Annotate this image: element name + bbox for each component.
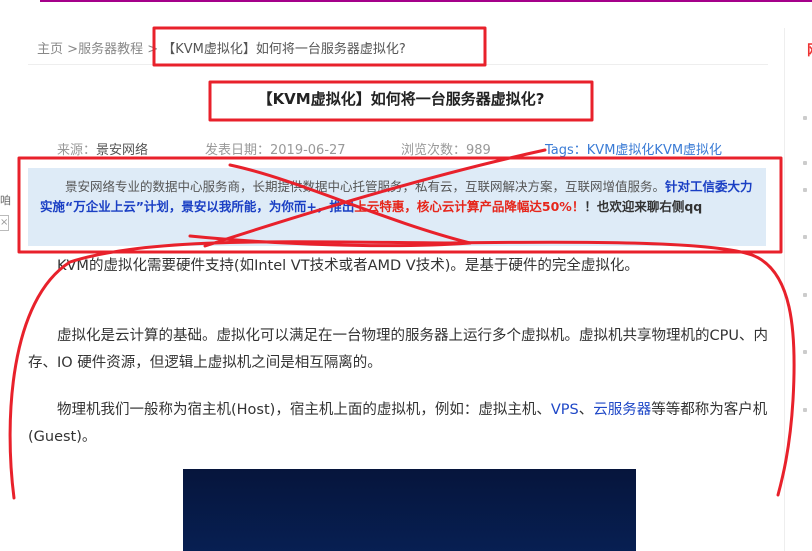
top-accent-line	[40, 0, 812, 2]
cloud-server-link[interactable]: 云服务器	[593, 402, 651, 418]
vps-link[interactable]: VPS	[551, 402, 579, 418]
close-icon[interactable]: ×	[0, 215, 9, 231]
sidebar-bullet	[803, 408, 807, 412]
article-paragraph: 虚拟化是云计算的基础。虚拟化可以满足在一台物理的服务器上运行多个虚拟机。虚拟机共…	[28, 328, 768, 371]
left-widget-text: 咱	[0, 194, 11, 207]
breadcrumb-category-link[interactable]: 服务器教程	[78, 42, 143, 57]
sidebar-bullet	[803, 188, 807, 192]
meta-tags-label: Tags：	[545, 143, 587, 158]
meta-date-label: 发表日期：	[205, 143, 271, 158]
left-floating-widget: 咱 ×	[0, 180, 11, 250]
meta-tags: Tags：KVM虚拟化KVM虚拟化	[545, 139, 722, 158]
promo-notice: 景安网络专业的数据中心服务商，长期提供数据中心托管服务，私有云，互联网解决方案，…	[28, 168, 766, 246]
notice-contact: ！也欢迎来聊右侧qq	[584, 199, 703, 214]
notice-promo: 上云特惠，核心云计算产品降幅达50%！	[354, 199, 585, 214]
breadcrumb-separator: >	[67, 42, 79, 57]
meta-views-value: 989	[466, 143, 491, 158]
meta-views: 浏览次数：989	[401, 139, 491, 158]
paragraph-text: 、	[578, 402, 594, 418]
paragraph-text: 物理机我们一般称为宿主机(Host)，宿主机上面的虚拟机，例如：虚拟主机、	[57, 402, 551, 418]
right-sidebar: 网	[784, 28, 812, 551]
tag-link[interactable]: KVM虚拟化KVM虚拟化	[587, 143, 722, 158]
meta-source-value: 景安网络	[96, 143, 149, 158]
meta-date: 发表日期：2019-06-27	[205, 139, 346, 158]
sidebar-heading: 网	[807, 40, 812, 60]
breadcrumb-separator: >	[147, 42, 159, 57]
meta-source-label: 来源：	[57, 143, 97, 158]
sidebar-bullet	[803, 161, 807, 165]
divider	[28, 64, 768, 65]
notice-text: 景安网络专业的数据中心服务商，长期提供数据中心托管服务，私有云，互联网解决方案，…	[65, 179, 666, 194]
sidebar-bullet	[803, 235, 807, 239]
sidebar-bullet	[803, 116, 807, 120]
meta-source: 来源：景安网络	[57, 139, 148, 158]
sidebar-bullet	[803, 350, 807, 354]
breadcrumb-home-link[interactable]: 主页	[37, 42, 63, 57]
meta-views-label: 浏览次数：	[401, 143, 467, 158]
breadcrumb-current: 【KVM虚拟化】如何将一台服务器虚拟化?	[162, 42, 406, 57]
article-image	[183, 469, 636, 551]
article-paragraph: 物理机我们一般称为宿主机(Host)，宿主机上面的虚拟机，例如：虚拟主机、VPS…	[28, 397, 768, 451]
meta-date-value: 2019-06-27	[270, 143, 346, 158]
sidebar-bullet	[803, 293, 807, 297]
page-title: 【KVM虚拟化】如何将一台服务器虚拟化?	[257, 90, 545, 108]
article-paragraph: KVM的虚拟化需要硬件支持(如Intel VT技术或者AMD V技术)。是基于硬…	[57, 258, 639, 274]
breadcrumb: 主页 >服务器教程 > 【KVM虚拟化】如何将一台服务器虚拟化?	[37, 38, 406, 57]
